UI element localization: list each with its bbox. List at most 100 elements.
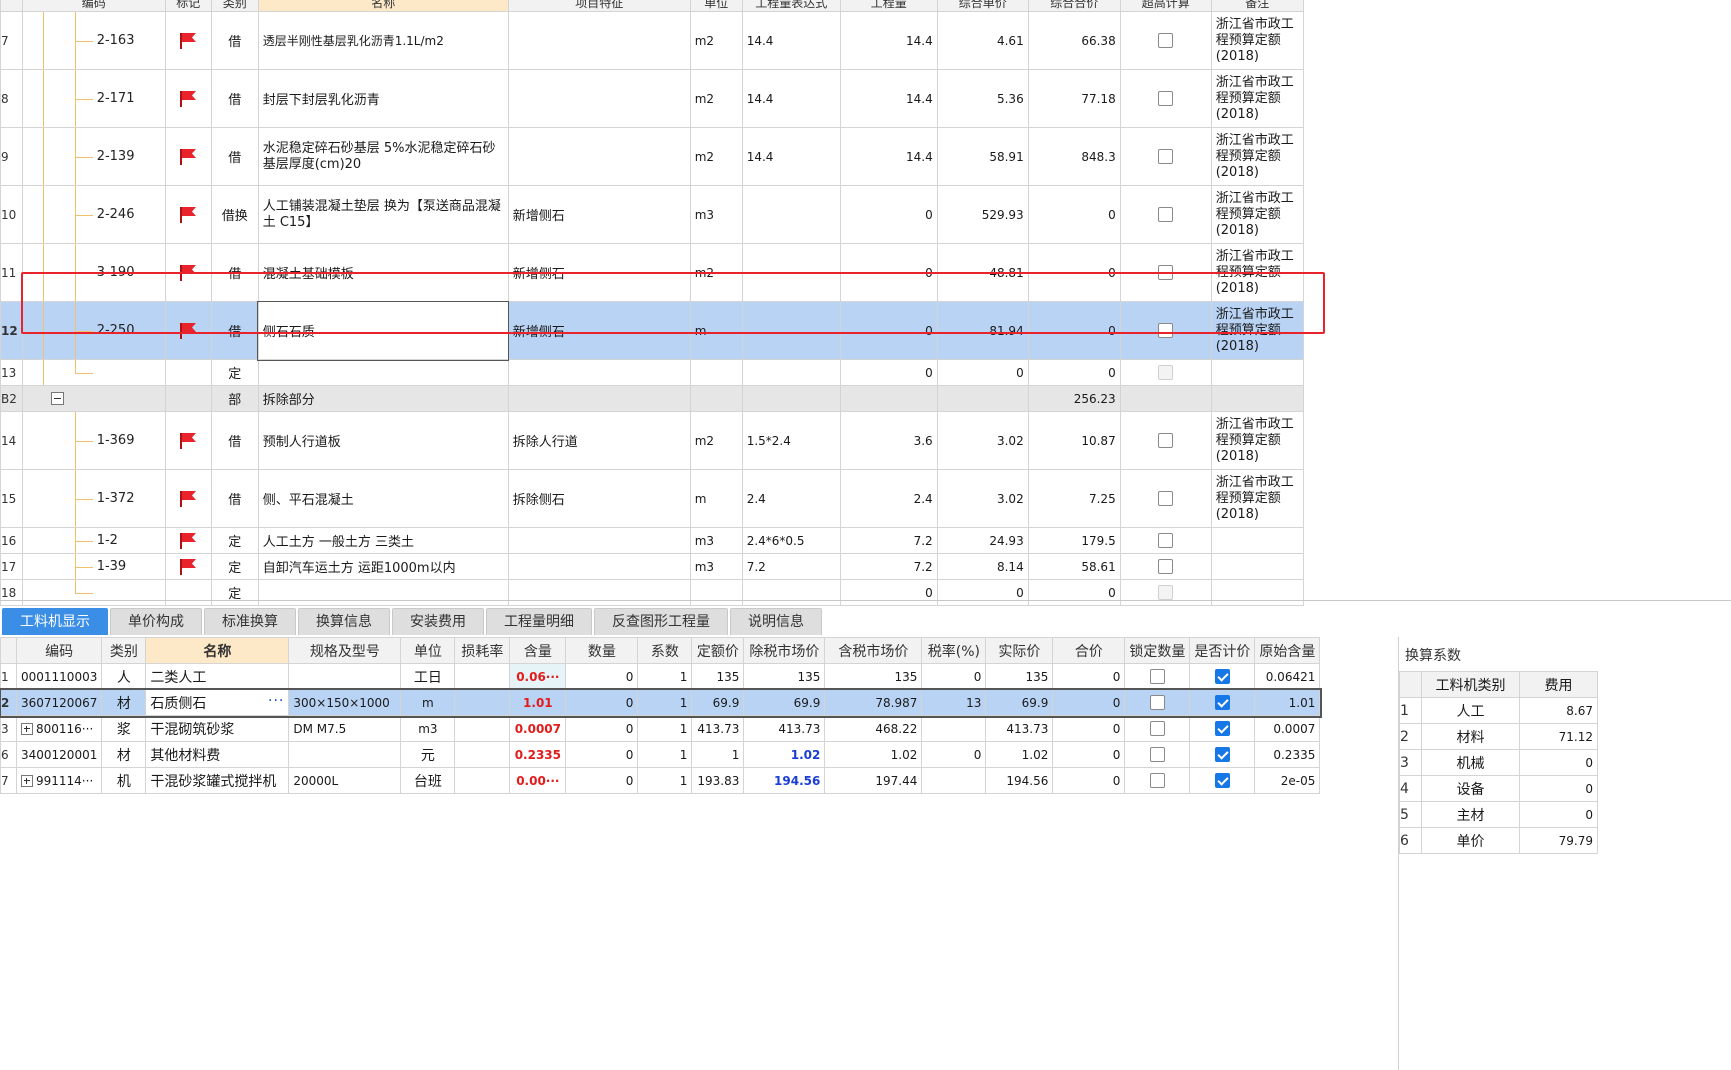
resource-gross-market-price[interactable]: 135	[824, 663, 923, 690]
quota-row[interactable]: 8 2-171 借 封层下封层乳化沥青 m2 14.4 14.4 5.36 77…	[0, 69, 1304, 128]
resource-name[interactable]: 石质侧石 ···	[145, 689, 290, 716]
super-high-checkbox-cell[interactable]	[1119, 469, 1212, 528]
resource-unit[interactable]: m3	[400, 715, 456, 742]
quota-unit[interactable]	[689, 579, 743, 606]
quota-type[interactable]: 定	[210, 359, 259, 386]
resource-coefficient[interactable]: 1	[637, 741, 693, 768]
resource-code[interactable]: 0001110003	[15, 663, 103, 690]
is-priced-checkbox[interactable]	[1214, 669, 1230, 684]
quota-qty[interactable]: 3.6	[839, 411, 938, 470]
header-actual-price[interactable]: 实际价	[985, 637, 1054, 664]
header-sum[interactable]: 合价	[1052, 637, 1126, 664]
quota-row[interactable]: 15 1-372 借 侧、平石混凝土 拆除侧石 m 2.4 2.4 3.02 7…	[0, 469, 1304, 528]
header-mark[interactable]: 标记	[164, 0, 212, 12]
header-is-priced[interactable]: 是否计价	[1189, 637, 1256, 664]
quota-unit[interactable]: m3	[689, 553, 743, 580]
quota-type[interactable]: 借换	[210, 185, 259, 244]
quota-expr[interactable]	[741, 579, 841, 606]
quota-expr[interactable]: 14.4	[741, 69, 841, 128]
quota-expr[interactable]	[741, 301, 841, 360]
header-code[interactable]: 编码	[15, 637, 103, 664]
quota-row[interactable]: 9 2-139 借 水泥稳定碎石砂基层 5%水泥稳定碎石砂基层厚度(cm)20 …	[0, 127, 1304, 186]
super-high-checkbox-cell[interactable]	[1119, 301, 1212, 360]
quota-name[interactable]: 自卸汽车运土方 运距1000m以内	[257, 553, 509, 580]
resource-code[interactable]: 991114···	[15, 767, 103, 794]
quota-qty[interactable]: 2.4	[839, 469, 938, 528]
quota-unit[interactable]: m	[689, 469, 743, 528]
super-high-checkbox[interactable]	[1158, 491, 1174, 506]
resource-coefficient[interactable]: 1	[637, 689, 693, 716]
quota-name[interactable]: 侧石石质	[257, 300, 510, 361]
quota-unit[interactable]: m3	[689, 185, 743, 244]
super-high-checkbox-cell[interactable]	[1119, 527, 1212, 554]
header-quantity[interactable]: 数量	[565, 637, 639, 664]
quota-feature[interactable]: 新增侧石	[507, 185, 691, 244]
resource-row[interactable]: 7 991114··· 机 干混砂浆罐式搅拌机 20000L 台班 0.00··…	[0, 767, 1321, 794]
quota-code[interactable]: 1-2	[21, 527, 166, 554]
quota-type[interactable]: 借	[210, 301, 259, 360]
tab-installation-cost[interactable]: 安装费用	[392, 608, 484, 635]
resource-content[interactable]: 0.2335	[509, 741, 567, 768]
coefficient-row[interactable]: 1 人工 8.67	[1399, 697, 1598, 724]
lock-qty-cell[interactable]	[1124, 689, 1191, 716]
lock-qty-checkbox[interactable]	[1149, 721, 1165, 736]
resource-content[interactable]: 0.00···	[509, 767, 567, 794]
quota-note[interactable]: 浙江省市政工程预算定额(2018)	[1210, 411, 1304, 470]
tab-reverse-graphic-quantity[interactable]: 反查图形工程量	[594, 608, 728, 635]
resource-content[interactable]: 1.01	[509, 689, 567, 716]
quota-name[interactable]: 透层半刚性基层乳化沥青1.1L/m2	[257, 11, 509, 70]
header-qty[interactable]: 工程量	[839, 0, 938, 12]
resource-net-market-price[interactable]: 1.02	[743, 741, 826, 768]
super-high-checkbox-cell[interactable]	[1119, 185, 1212, 244]
quota-row[interactable]: 18 定 0 0 0	[0, 579, 1304, 606]
quota-note[interactable]	[1210, 359, 1304, 386]
flag-cell[interactable]	[164, 185, 212, 244]
super-high-checkbox[interactable]	[1158, 559, 1174, 574]
resource-type[interactable]: 机	[101, 767, 147, 794]
lock-qty-cell[interactable]	[1124, 767, 1191, 794]
header-original-content[interactable]: 原始含量	[1254, 637, 1321, 664]
quota-type[interactable]: 定	[210, 579, 259, 606]
flag-cell[interactable]	[164, 69, 212, 128]
resource-tax-rate[interactable]	[921, 715, 987, 742]
tab-labor-material-machine[interactable]: 工料机显示	[2, 608, 108, 635]
header-price[interactable]: 综合单价	[936, 0, 1029, 12]
quota-qty[interactable]: 14.4	[839, 69, 938, 128]
is-priced-cell[interactable]	[1189, 741, 1256, 768]
resource-gross-market-price[interactable]: 468.22	[824, 715, 923, 742]
flag-cell[interactable]	[164, 579, 212, 606]
resource-quantity[interactable]: 0	[565, 767, 639, 794]
super-high-checkbox-cell[interactable]	[1119, 11, 1212, 70]
resource-spec[interactable]: DM M7.5	[288, 715, 402, 742]
resource-row-selected[interactable]: 2 3607120067 材 石质侧石 ··· 300×150×1000 m 1.…	[0, 687, 1322, 718]
header-super-high[interactable]: 超高计算	[1119, 0, 1212, 12]
resource-unit[interactable]: 元	[400, 741, 456, 768]
resource-code[interactable]: 3607120067	[15, 689, 103, 716]
resource-coefficient[interactable]: 1	[637, 663, 693, 690]
quota-row[interactable]: 11 3-190 借 混凝土基础模板 新增侧石 m2 0 48.81 0 浙江省…	[0, 243, 1304, 302]
is-priced-checkbox[interactable]	[1214, 747, 1230, 762]
coefficient-value[interactable]: 0	[1519, 749, 1598, 776]
quota-qty[interactable]: 0	[839, 185, 938, 244]
quota-type[interactable]: 借	[210, 127, 259, 186]
quota-qty[interactable]: 0	[839, 359, 938, 386]
resource-loss-rate[interactable]	[454, 689, 511, 716]
quota-code[interactable]: 2-246	[21, 185, 166, 244]
quota-expr[interactable]: 1.5*2.4	[741, 411, 841, 470]
resource-name[interactable]: 干混砌筑砂浆	[145, 715, 290, 742]
coefficient-row[interactable]: 5 主材 0	[1399, 801, 1598, 828]
flag-cell[interactable]	[164, 11, 212, 70]
quota-unit[interactable]: m2	[689, 411, 743, 470]
header-spec[interactable]: 规格及型号	[288, 637, 402, 664]
resource-content[interactable]: 0.06···	[509, 663, 567, 690]
is-priced-cell[interactable]	[1189, 767, 1256, 794]
quota-qty[interactable]: 0	[839, 579, 938, 606]
resource-gross-market-price[interactable]: 1.02	[824, 741, 923, 768]
header-gross-market-price[interactable]: 含税市场价	[824, 637, 923, 664]
header-total[interactable]: 综合合价	[1027, 0, 1121, 12]
quota-qty[interactable]: 7.2	[839, 527, 938, 554]
flag-cell[interactable]	[164, 411, 212, 470]
header-base-price[interactable]: 定额价	[691, 637, 745, 664]
super-high-checkbox[interactable]	[1158, 265, 1174, 280]
lock-qty-cell[interactable]	[1124, 715, 1191, 742]
